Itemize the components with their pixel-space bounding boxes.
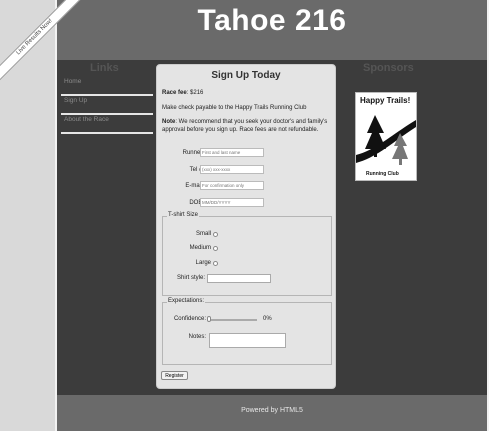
race-fee-value: : $216 — [186, 90, 204, 96]
tshirt-fieldset: T-shirt Size Small Medium Large Shirt st… — [162, 212, 332, 296]
sponsor-logo[interactable]: Happy Trails! Running Club — [355, 92, 417, 181]
note-text: Note: We recommend that you seek your do… — [162, 118, 332, 134]
nav-link-about[interactable]: About the Race — [61, 112, 153, 134]
confidence-label: Confidence: — [173, 316, 206, 322]
header: Tahoe 216 — [57, 0, 487, 60]
shirt-style-label: Shirt style: — [176, 275, 205, 281]
tshirt-legend: T-shirt Size — [167, 212, 200, 218]
links-heading: Links — [90, 62, 119, 74]
note-label: Note — [162, 119, 176, 125]
email-input[interactable] — [200, 181, 264, 190]
race-fee-text: Race fee: $216 — [162, 89, 332, 97]
confidence-slider-thumb[interactable] — [207, 316, 211, 322]
runner-input[interactable] — [200, 148, 264, 157]
runner-row: Runner: — [157, 148, 337, 160]
nav-link-label: About the Race — [64, 116, 109, 123]
sponsors-heading: Sponsors — [363, 62, 414, 74]
sponsor-logo-title: Happy Trails! — [360, 96, 411, 105]
expectations-fieldset: Expectations: Confidence: 0% Notes: — [162, 298, 332, 365]
form-title: Sign Up Today — [211, 70, 281, 81]
email-row: E-mail: — [157, 181, 337, 193]
footer-text: Powered by HTML5 — [241, 407, 303, 414]
tel-row: Tel #: — [157, 165, 337, 177]
race-fee-label: Race fee — [162, 90, 187, 96]
shirt-style-input[interactable] — [207, 274, 271, 283]
dob-row: DOB: — [157, 198, 337, 210]
tree-icon — [356, 115, 416, 165]
signup-form-panel: Sign Up Today Race fee: $216 Make check … — [156, 64, 336, 389]
size-small-label: Small — [195, 231, 211, 237]
dob-input[interactable] — [200, 198, 264, 207]
sponsor-logo-subtitle: Running Club — [366, 171, 399, 177]
size-medium-radio[interactable] — [213, 246, 218, 251]
site-title: Tahoe 216 — [197, 4, 347, 37]
nav-link-label: Sign Up — [64, 97, 88, 104]
notes-label: Notes: — [188, 334, 206, 340]
check-payable-text: Make check payable to the Happy Trails R… — [162, 105, 307, 111]
page-frame: Tahoe 216 Links Home Sign Up About the R… — [55, 0, 489, 431]
confidence-slider[interactable] — [209, 319, 257, 321]
size-small-radio[interactable] — [213, 232, 218, 237]
tel-input[interactable] — [200, 165, 264, 174]
notes-textarea[interactable] — [209, 333, 286, 348]
nav-link-label: Home — [64, 78, 82, 85]
size-large-radio[interactable] — [213, 261, 218, 266]
size-large-label: Large — [195, 260, 211, 266]
register-button[interactable]: Register — [161, 371, 188, 380]
confidence-value: 0% — [263, 316, 272, 322]
note-body: : We recommend that you seek your doctor… — [162, 119, 328, 133]
expectations-legend: Expectations: — [167, 298, 206, 304]
size-medium-label: Medium — [189, 245, 211, 251]
